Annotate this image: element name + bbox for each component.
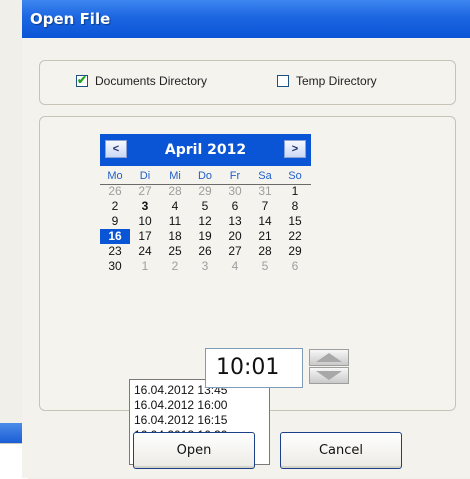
calendar-day[interactable]: 3 [190,259,220,274]
calendar-day[interactable]: 13 [220,214,250,229]
calendar-day[interactable]: 28 [250,244,280,259]
checkmark-icon: ✔ [77,73,88,87]
calendar-day[interactable]: 1 [130,259,160,274]
time-suggestion-item[interactable]: 16.04.2012 16:00 [134,398,269,413]
weekday-label: Mo [107,170,123,182]
weekday-label: Mi [169,170,181,182]
calendar-day[interactable]: 18 [160,229,190,244]
calendar-day[interactable]: 17 [130,229,160,244]
chevron-left-icon: < [112,143,120,155]
dialog-title: Open File [22,0,470,38]
calendar-day[interactable]: 19 [190,229,220,244]
calendar-day[interactable]: 15 [280,214,310,229]
weekday-label: So [288,170,302,182]
calendar-day[interactable]: 10 [130,214,160,229]
documents-directory-label: Documents Directory [95,74,208,88]
previous-month-button[interactable]: < [105,140,127,158]
calendar-day[interactable]: 26 [190,244,220,259]
weekday-label: Di [139,170,151,182]
calendar-day[interactable]: 6 [280,259,310,274]
calendar-day[interactable]: 30 [100,259,130,274]
open-file-dialog: Open File ✔ Documents Directory Temp Dir… [22,0,470,478]
calendar-day[interactable]: 27 [220,244,250,259]
next-month-button[interactable]: > [284,140,306,158]
calendar-day[interactable]: 23 [100,244,130,259]
weekday-label: Sa [258,170,272,182]
calendar-day[interactable]: 29 [280,244,310,259]
time-input[interactable]: 10:01 [205,348,303,388]
calendar-day[interactable]: 1 [280,184,310,199]
calendar-day-today[interactable]: 3 [130,199,160,214]
time-suggestion-item[interactable]: 16.04.2012 16:15 [134,413,269,428]
calendar-day[interactable]: 24 [130,244,160,259]
documents-directory-checkbox[interactable]: ✔ [76,73,88,87]
calendar-day[interactable]: 7 [250,199,280,214]
calendar-header: < April 2012 > [100,134,311,166]
temp-directory-label: Temp Directory [296,74,377,88]
calendar-day[interactable]: 8 [280,199,310,214]
calendar-day[interactable]: 12 [190,214,220,229]
calendar-day[interactable]: 30 [220,184,250,199]
calendar-day[interactable]: 28 [160,184,190,199]
triangle-down-icon [316,371,342,380]
calendar-day[interactable]: 26 [100,184,130,199]
calendar-day[interactable]: 4 [160,199,190,214]
calendar-day[interactable]: 2 [160,259,190,274]
calendar-day[interactable]: 27 [130,184,160,199]
calendar-day[interactable]: 11 [160,214,190,229]
open-button[interactable]: Open [133,432,255,469]
calendar-day[interactable]: 2 [100,199,130,214]
calendar-day[interactable]: 22 [280,229,310,244]
calendar-day[interactable]: 9 [100,214,130,229]
temp-directory-option[interactable]: Temp Directory [277,74,377,88]
calendar-day[interactable]: 6 [220,199,250,214]
calendar-day[interactable]: 14 [250,214,280,229]
calendar-day[interactable]: 25 [160,244,190,259]
calendar-day[interactable]: 20 [220,229,250,244]
chevron-right-icon: > [291,143,299,155]
calendar-day[interactable]: 5 [190,199,220,214]
weekday-label: Do [197,170,213,182]
calendar-day[interactable]: 31 [250,184,280,199]
calendar-day[interactable]: 4 [220,259,250,274]
calendar-day[interactable]: 5 [250,259,280,274]
time-decrement-button[interactable] [309,367,349,384]
triangle-up-icon [316,353,342,362]
calendar-day[interactable]: 21 [250,229,280,244]
weekday-divider [100,184,311,185]
temp-directory-checkbox[interactable] [277,75,289,87]
weekday-label: Fr [229,170,241,182]
cancel-button[interactable]: Cancel [280,432,402,469]
month-title: April 2012 [164,142,247,158]
calendar-day-selected[interactable]: 16 [100,229,130,244]
time-increment-button[interactable] [309,349,349,366]
calendar-day[interactable]: 29 [190,184,220,199]
documents-directory-option[interactable]: ✔ Documents Directory [76,73,208,88]
directory-group: ✔ Documents Directory Temp Directory [39,60,456,105]
